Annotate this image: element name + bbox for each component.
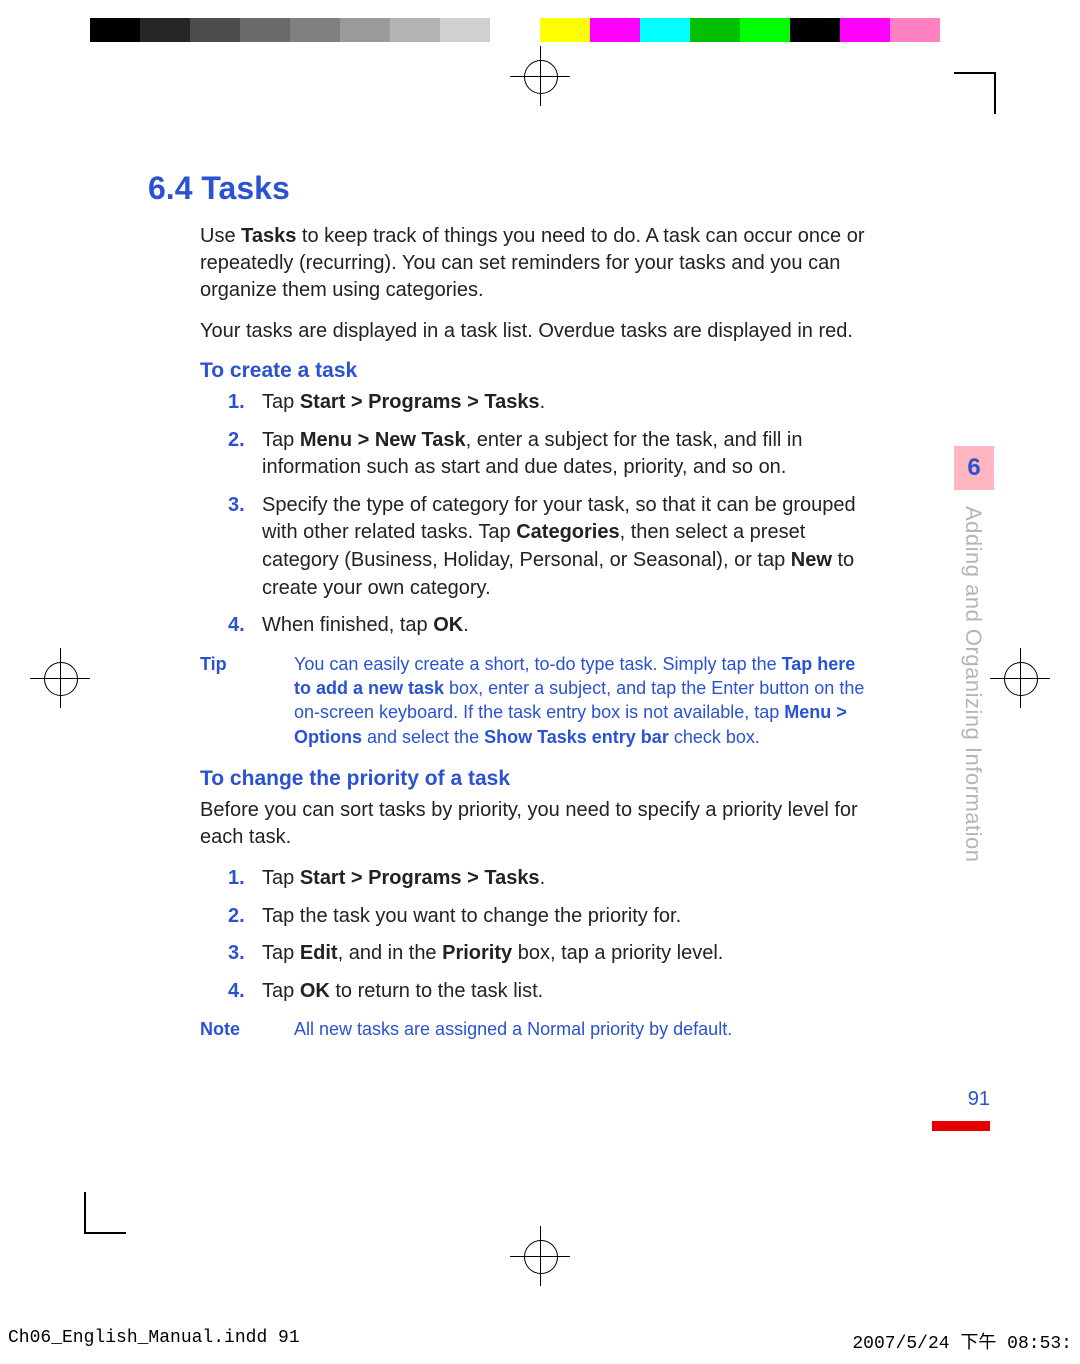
registration-mark-bottom: [510, 1226, 570, 1286]
change-priority-intro: Before you can sort tasks by priority, y…: [148, 797, 868, 851]
change-priority-steps: 1.Tap Start > Programs > Tasks. 2.Tap the…: [148, 865, 868, 1005]
imposition-footer: Ch06_English_Manual.indd 91 2007/5/24 下午…: [0, 1328, 1080, 1354]
registration-mark-right: [990, 648, 1050, 708]
subheading-create-task: To create a task: [148, 359, 868, 383]
registration-mark-left: [30, 648, 90, 708]
intro-paragraph-1: Use Tasks to keep track of things you ne…: [148, 223, 868, 304]
section-number: 6.4: [148, 170, 192, 206]
page-number: 91: [932, 1088, 990, 1111]
footer-timestamp: 2007/5/24 下午 08:53:: [852, 1328, 1072, 1354]
note-text: All new tasks are assigned a Normal prio…: [294, 1017, 868, 1041]
step-item: 4.When finished, tap OK.: [258, 612, 868, 640]
color-calibration-bar: [90, 18, 990, 42]
section-heading: 6.4 Tasks: [148, 170, 868, 207]
note-block: Note All new tasks are assigned a Normal…: [148, 1017, 868, 1041]
registration-mark-top: [510, 46, 570, 106]
chapter-tab: 6: [954, 446, 994, 490]
footer-filename: Ch06_English_Manual.indd 91: [8, 1328, 300, 1354]
step-item: 4.Tap OK to return to the task list.: [258, 978, 868, 1006]
create-task-steps: 1.Tap Start > Programs > Tasks. 2.Tap Men…: [148, 389, 868, 640]
intro-paragraph-2: Your tasks are displayed in a task list.…: [148, 318, 868, 345]
tip-block: Tip You can easily create a short, to-do…: [148, 652, 868, 749]
page-accent-bar: [932, 1121, 990, 1131]
section-title-text: Tasks: [201, 170, 289, 206]
step-item: 1.Tap Start > Programs > Tasks.: [258, 865, 868, 893]
chapter-title-vertical: Adding and Organizing Information: [960, 506, 986, 863]
step-item: 3.Specify the type of category for your …: [258, 492, 868, 602]
step-item: 2.Tap Menu > New Task, enter a subject f…: [258, 427, 868, 482]
chapter-sidebar: 6 Adding and Organizing Information: [954, 446, 994, 926]
crop-mark-top-right: [954, 72, 996, 114]
page-content: 6.4 Tasks Use Tasks to keep track of thi…: [148, 170, 868, 1060]
step-item: 1.Tap Start > Programs > Tasks.: [258, 389, 868, 417]
crop-mark-bottom-left: [84, 1192, 126, 1234]
subheading-change-priority: To change the priority of a task: [148, 767, 868, 791]
note-label: Note: [200, 1017, 262, 1041]
step-item: 3.Tap Edit, and in the Priority box, tap…: [258, 940, 868, 968]
step-item: 2.Tap the task you want to change the pr…: [258, 903, 868, 931]
tip-text: You can easily create a short, to-do typ…: [294, 652, 868, 749]
tip-label: Tip: [200, 652, 262, 749]
page-number-block: 91: [932, 1088, 990, 1131]
